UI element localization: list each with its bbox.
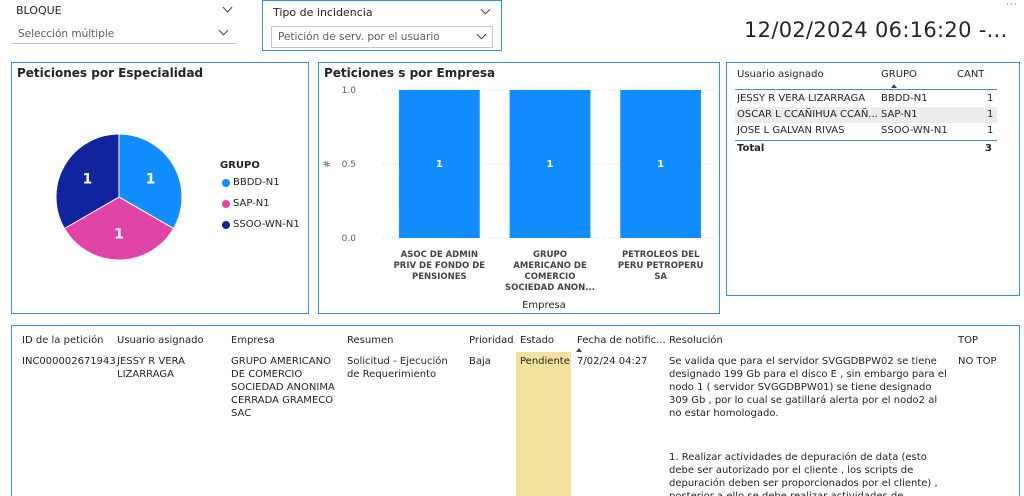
cell-id: INC000002671943 xyxy=(22,356,116,367)
table-row[interactable]: JOSE L GALVAN RIVAS SSOO-WN-N1 1 xyxy=(735,123,995,139)
cell-usuario: JESSY R VERA LIZARRAGA xyxy=(737,93,866,104)
x-tick-label: SA xyxy=(654,272,667,282)
more-options-icon[interactable]: ··· xyxy=(1006,0,1024,10)
pie-slice-label: 1 xyxy=(114,227,124,243)
tipo-incidencia-value: Petición de serv. por el usuario xyxy=(278,31,440,43)
cell-estado: Pendiente xyxy=(520,356,570,367)
legend-item-sap[interactable]: SAP-N1 xyxy=(222,198,270,209)
cell-resolucion-p1: Se valida que para el servidor SVGGDBPW0… xyxy=(669,356,947,419)
cell-top: NO TOP xyxy=(958,356,997,367)
bloque-slicer-value: Selección múltiple xyxy=(18,28,115,40)
bloque-slicer[interactable]: BLOQUE Selección múltiple xyxy=(12,0,238,46)
column-header-cant[interactable]: CANT xyxy=(957,67,984,83)
column-header-prioridad[interactable]: Prioridad xyxy=(469,334,514,347)
x-tick-label: ASOC DE ADMIN xyxy=(401,250,478,260)
column-header-fecha[interactable]: Fecha de notific... xyxy=(577,334,666,347)
y-tick-label: 1.0 xyxy=(342,86,357,96)
header-divider xyxy=(735,89,997,90)
y-tick-label: 0.5 xyxy=(342,160,356,170)
chevron-down-icon xyxy=(218,25,229,36)
pie-slice-label: 1 xyxy=(146,172,156,188)
chevron-down-icon xyxy=(476,29,487,40)
user-table-panel: Usuario asignado GRUPO CANT JESSY R VERA… xyxy=(726,62,1020,296)
legend-label: BBDD-N1 xyxy=(233,177,280,188)
bar-chart-panel: Peticiones s por Empresa 0.0 0.5 1.0 #1 ASOC… xyxy=(318,62,720,314)
table-total-row: Total 3 xyxy=(735,141,995,157)
column-header-grupo[interactable]: GRUPO xyxy=(881,67,917,83)
cell-grupo: SAP-N1 xyxy=(881,109,918,120)
x-tick-label: PRIV DE FONDO DE xyxy=(394,261,486,271)
tipo-incidencia-dropdown[interactable]: Petición de serv. por el usuario xyxy=(271,26,493,48)
bar-data-label: 1 xyxy=(657,159,664,170)
legend-dot xyxy=(222,178,230,187)
column-header-usuario[interactable]: Usuario asignado xyxy=(117,334,204,347)
datetime-card: 12/02/2024 06:16:20 -... xyxy=(744,18,1008,42)
sort-ascending-icon[interactable] xyxy=(576,348,582,352)
x-tick-label: PETROLEOS DEL xyxy=(622,250,700,260)
cell-usuario: OSCAR L CCAÑIHUA CCAÑ... xyxy=(737,109,877,120)
estado-highlight xyxy=(516,352,571,496)
legend-item-ssoo[interactable]: SSOO-WN-N1 xyxy=(222,219,300,230)
x-tick-label: PERU PETROPERU xyxy=(618,261,704,271)
tipo-incidencia-slicer[interactable]: Tipo de incidencia Petición de serv. por… xyxy=(262,0,502,51)
legend-label: SAP-N1 xyxy=(233,198,270,209)
x-axis-title: Empresa xyxy=(522,300,566,311)
y-tick-label: 0.0 xyxy=(342,234,357,244)
cell-usuario: JESSY R VERA LIZARRAGA xyxy=(117,356,185,380)
cell-cant: 1 xyxy=(987,125,994,136)
legend-dot xyxy=(222,220,230,229)
x-tick-label: AMERICANO DE xyxy=(513,261,587,271)
legend-dot xyxy=(222,199,230,208)
x-tick-label: GRUPO xyxy=(533,250,567,260)
table-header-row: Usuario asignado GRUPO CANT xyxy=(735,67,995,83)
chevron-down-icon[interactable] xyxy=(480,4,491,15)
sort-ascending-icon[interactable] xyxy=(891,84,897,88)
table-row[interactable]: OSCAR L CCAÑIHUA CCAÑ... SAP-N1 1 xyxy=(735,107,997,123)
table-row[interactable]: JESSY R VERA LIZARRAGA BBDD-N1 1 xyxy=(735,91,995,107)
cell-resolucion-p2: 1. Realizar actividades de depuración de… xyxy=(669,452,938,496)
pie-chart-panel: Peticiones por Especialidad 111 GRUPO BB… xyxy=(11,62,309,314)
cell-cant: 1 xyxy=(987,109,994,120)
bar-data-label: 1 xyxy=(436,159,443,170)
cell-grupo: SSOO-WN-N1 xyxy=(881,125,948,136)
y-axis-label: # xyxy=(323,160,333,168)
user-table: Usuario asignado GRUPO CANT JESSY R VERA… xyxy=(735,67,1005,157)
column-header-resumen[interactable]: Resumen xyxy=(347,334,393,347)
total-value: 3 xyxy=(985,143,992,154)
cell-fecha: 7/02/24 04:27 xyxy=(577,356,648,367)
cell-resumen: Solicitud - Ejecución de Requerimiento xyxy=(347,356,448,380)
column-header-usuario[interactable]: Usuario asignado xyxy=(737,67,824,83)
pie-legend-title: GRUPO xyxy=(220,160,260,171)
legend-item-bbdd[interactable]: BBDD-N1 xyxy=(222,177,280,188)
bloque-slicer-dropdown[interactable]: Selección múltiple xyxy=(12,24,236,44)
detail-table-panel: ID de la petición Usuario asignado Empre… xyxy=(11,325,1020,496)
legend-label: SSOO-WN-N1 xyxy=(233,219,300,230)
cell-grupo: BBDD-N1 xyxy=(881,93,928,104)
cell-prioridad: Baja xyxy=(469,356,491,367)
cell-empresa: GRUPO AMERICANO DE COMERCIO SOCIEDAD ANO… xyxy=(231,356,335,419)
chevron-down-icon[interactable] xyxy=(222,2,233,13)
cell-usuario: JOSE L GALVAN RIVAS xyxy=(737,125,845,136)
bloque-slicer-title: BLOQUE xyxy=(16,4,62,17)
tipo-incidencia-slicer-title: Tipo de incidencia xyxy=(273,6,373,19)
cell-cant: 1 xyxy=(987,93,994,104)
total-label: Total xyxy=(737,143,765,154)
bar-chart: 0.0 0.5 1.0 # 1 ASOC DE ADMINPRIV DE FONDO DE… xyxy=(323,86,715,311)
pie-slice-label: 1 xyxy=(82,172,92,188)
column-header-resolucion[interactable]: Resolución xyxy=(669,334,723,347)
x-tick-label: PENSIONES xyxy=(412,272,467,282)
x-tick-label: SOCIEDAD ANON... xyxy=(505,283,595,293)
column-header-top[interactable]: TOP xyxy=(958,334,978,347)
column-header-id[interactable]: ID de la petición xyxy=(22,334,104,347)
x-tick-label: COMERCIO xyxy=(525,272,576,282)
pie-chart: 1 1 1 xyxy=(55,133,183,261)
column-header-estado[interactable]: Estado xyxy=(520,334,554,347)
bar-data-label: 1 xyxy=(547,159,554,170)
column-header-empresa[interactable]: Empresa xyxy=(231,334,275,347)
